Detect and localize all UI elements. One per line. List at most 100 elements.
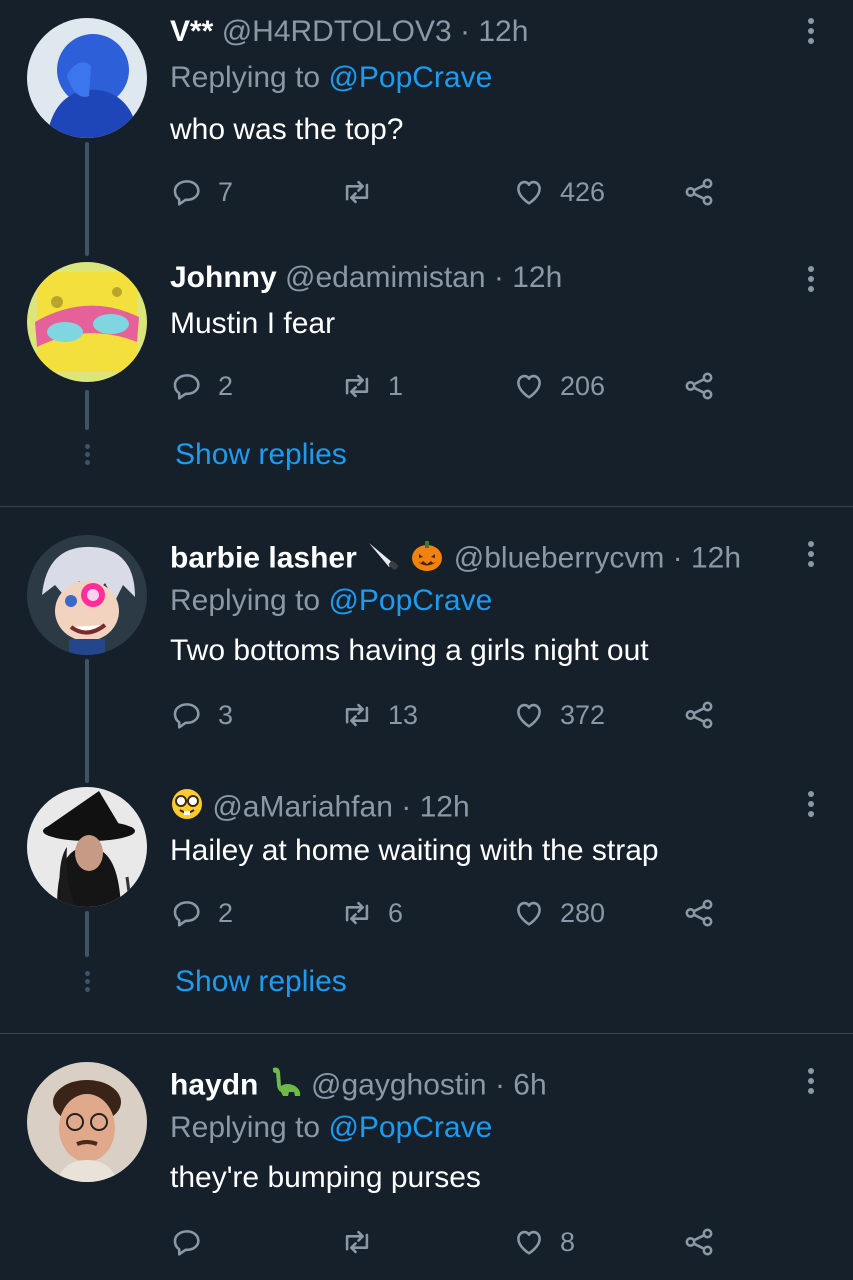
retweet-icon — [340, 369, 374, 403]
timestamp[interactable]: 12h — [512, 261, 562, 294]
avatar[interactable] — [27, 262, 147, 382]
handle[interactable]: @gayghostin — [311, 1068, 487, 1101]
separator: · — [494, 1068, 505, 1102]
share-icon — [682, 896, 716, 930]
knife-emoji-icon — [365, 537, 401, 582]
tweet-header: haydn @gayghostin · 6h — [170, 1064, 547, 1109]
like-count: 372 — [560, 699, 606, 730]
replying-to: Replying to @PopCrave — [170, 583, 492, 619]
tweet[interactable]: haydn @gayghostin · 6h Replying to @PopC… — [0, 1034, 853, 1280]
like-count: 8 — [560, 1226, 576, 1257]
show-replies-link[interactable]: Show replies — [175, 438, 347, 472]
replying-to-label: Replying to — [170, 61, 321, 94]
share-button[interactable] — [682, 172, 716, 212]
action-bar: 8 — [170, 1222, 730, 1262]
retweet-button[interactable] — [340, 1222, 388, 1262]
retweet-icon — [340, 175, 374, 209]
timestamp[interactable]: 12h — [420, 790, 470, 823]
avatar[interactable] — [27, 18, 147, 138]
retweet-count: 13 — [388, 699, 419, 730]
display-name[interactable]: Johnny — [170, 261, 277, 294]
share-icon — [682, 1225, 716, 1259]
heart-icon — [512, 698, 546, 732]
reply-count: 2 — [218, 370, 234, 401]
tweet[interactable]: @aMariahfan · 12h Hailey at home waiting… — [0, 771, 853, 1033]
retweet-icon — [340, 698, 374, 732]
timestamp[interactable]: 12h — [691, 541, 741, 574]
retweet-button[interactable]: 1 — [340, 366, 403, 406]
separator: · — [460, 15, 471, 48]
mention-link[interactable]: @PopCrave — [328, 1111, 492, 1144]
like-button[interactable]: 280 — [512, 893, 605, 933]
handle[interactable]: @blueberrycvm — [454, 541, 665, 574]
share-button[interactable] — [682, 695, 716, 735]
more-options-icon[interactable] — [807, 1068, 815, 1098]
heart-icon — [512, 175, 546, 209]
like-button[interactable]: 206 — [512, 366, 605, 406]
tweet-text: Hailey at home waiting with the strap — [170, 834, 659, 867]
tweet-text: Two bottoms having a girls night out — [170, 634, 649, 667]
reply-count: 3 — [218, 699, 234, 730]
tweet-text: who was the top? — [170, 113, 404, 146]
avatar[interactable] — [27, 787, 147, 907]
reply-button[interactable]: 2 — [170, 893, 233, 933]
display-name[interactable]: haydn — [170, 1068, 258, 1101]
reply-count: 2 — [218, 897, 234, 928]
display-name[interactable]: barbie lasher — [170, 541, 357, 574]
reply-button[interactable] — [170, 1222, 218, 1262]
more-options-icon[interactable] — [807, 266, 815, 296]
reply-icon — [170, 1225, 204, 1259]
handle[interactable]: @edamimistan — [285, 261, 486, 294]
share-button[interactable] — [682, 893, 716, 933]
pumpkin-emoji-icon — [409, 537, 445, 582]
retweet-button[interactable]: 6 — [340, 893, 403, 933]
tweet[interactable]: Johnny @edamimistan · 12h Mustin I fear … — [0, 246, 853, 506]
more-options-icon[interactable] — [807, 791, 815, 821]
reply-button[interactable]: 3 — [170, 695, 233, 735]
tweet-text: they're bumping purses — [170, 1161, 481, 1194]
share-button[interactable] — [682, 366, 716, 406]
tweet[interactable]: V** @H4RDTOLOV3 · 12h Replying to @PopCr… — [0, 0, 853, 254]
more-options-icon[interactable] — [807, 18, 815, 48]
like-count: 426 — [560, 176, 606, 207]
mention-link[interactable]: @PopCrave — [328, 584, 492, 617]
like-count: 280 — [560, 897, 606, 928]
retweet-button[interactable]: 13 — [340, 695, 418, 735]
timestamp[interactable]: 12h — [478, 15, 528, 48]
replying-to: Replying to @PopCrave — [170, 60, 492, 96]
more-options-icon[interactable] — [807, 541, 815, 571]
show-replies-link[interactable]: Show replies — [175, 965, 347, 999]
retweet-count: 6 — [388, 897, 404, 928]
like-button[interactable]: 8 — [512, 1222, 575, 1262]
retweet-count: 1 — [388, 370, 404, 401]
display-name[interactable]: V** — [170, 15, 213, 48]
mention-link[interactable]: @PopCrave — [328, 61, 492, 94]
like-button[interactable]: 372 — [512, 695, 605, 735]
reply-icon — [170, 698, 204, 732]
replying-to-label: Replying to — [170, 584, 321, 617]
reply-icon — [170, 369, 204, 403]
reply-count: 7 — [218, 176, 234, 207]
avatar[interactable] — [27, 535, 147, 655]
handle[interactable]: @aMariahfan — [212, 790, 393, 823]
action-bar: 7 426 — [170, 172, 730, 212]
separator: · — [493, 261, 504, 294]
separator: · — [672, 541, 683, 575]
share-button[interactable] — [682, 1222, 716, 1262]
like-button[interactable]: 426 — [512, 172, 605, 212]
heart-icon — [512, 896, 546, 930]
timestamp[interactable]: 6h — [513, 1068, 546, 1101]
tweet-header: Johnny @edamimistan · 12h — [170, 260, 562, 296]
handle[interactable]: @H4RDTOLOV3 — [222, 15, 452, 48]
tweet[interactable]: barbie lasher @blueberrycvm · 12h Replyi… — [0, 507, 853, 779]
separator: · — [401, 790, 412, 824]
reply-button[interactable]: 2 — [170, 366, 233, 406]
retweet-icon — [340, 1225, 374, 1259]
tweet-header: barbie lasher @blueberrycvm · 12h — [170, 537, 741, 582]
share-icon — [682, 698, 716, 732]
retweet-button[interactable] — [340, 172, 388, 212]
avatar[interactable] — [27, 1062, 147, 1182]
replying-to: Replying to @PopCrave — [170, 1110, 492, 1146]
tweet-header: @aMariahfan · 12h — [170, 787, 470, 830]
reply-button[interactable]: 7 — [170, 172, 233, 212]
